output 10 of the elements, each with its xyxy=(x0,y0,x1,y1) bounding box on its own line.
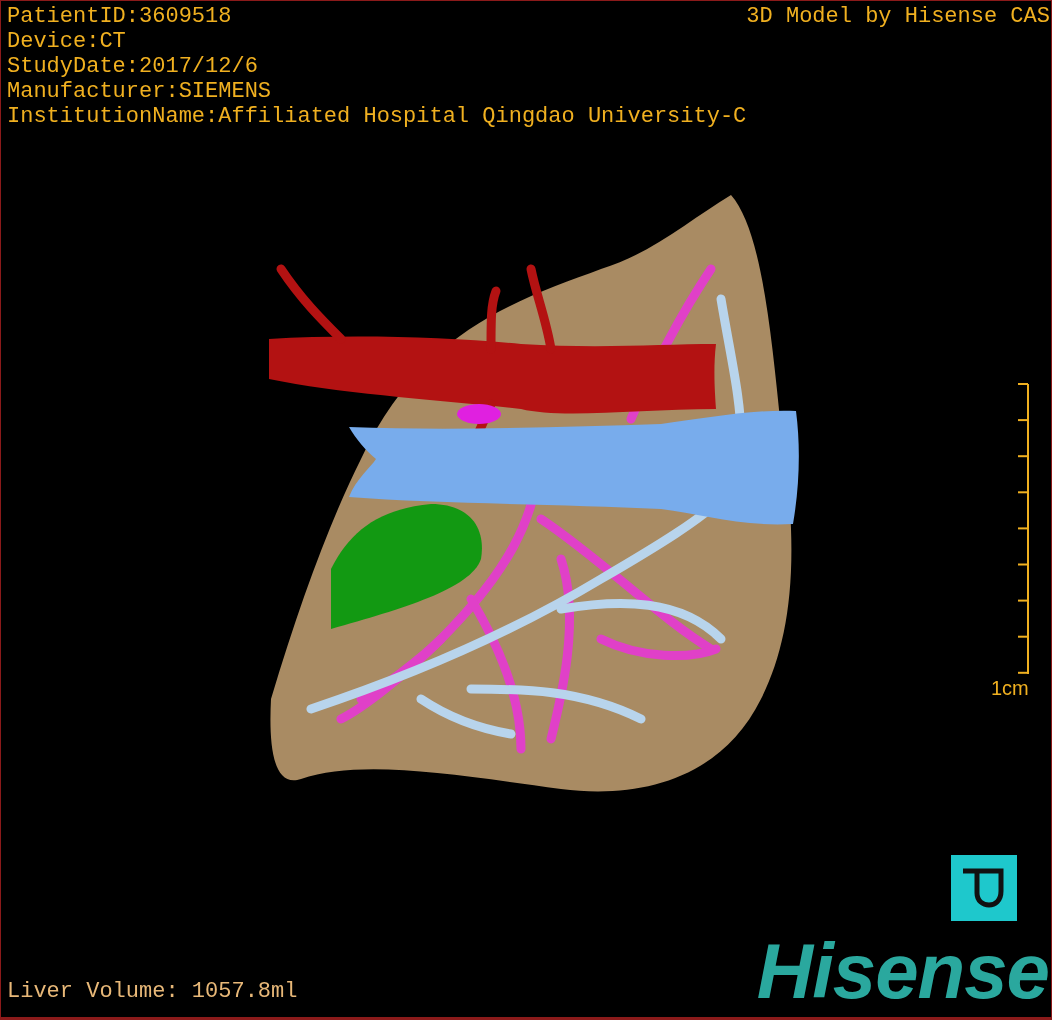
square-logo-icon xyxy=(951,855,1017,921)
viewer-title: 3D Model by Hisense CAS xyxy=(746,4,1050,31)
patient-info-text: InstitutionName:Affiliated Hospital Qingdao University-C xyxy=(7,104,747,129)
liver-volume-text: Liver Volume: 1057.8ml xyxy=(7,979,298,1005)
patient-info-text: StudyDate:2017/12/6 xyxy=(7,54,259,79)
patient-info-text: Manufacturer:SIEMENS xyxy=(7,79,273,104)
patient-info-text: PatientID:3609518 xyxy=(7,4,233,29)
brand-logo: Hisense xyxy=(756,929,1049,1013)
scale-label: 1cm xyxy=(991,677,1029,700)
patient-info-text: Device:CT xyxy=(7,29,127,54)
